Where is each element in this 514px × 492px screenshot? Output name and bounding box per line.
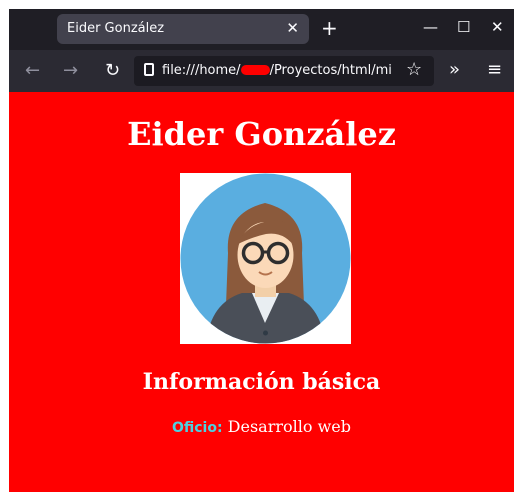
info-value: Desarrollo web (222, 417, 351, 436)
url-bar[interactable]: file:///home/ /Proyectos/html/mi ☆ (134, 56, 434, 86)
avatar (180, 173, 351, 344)
page-content: Eider González Información básica Oficio… (9, 92, 514, 492)
maximize-icon[interactable]: ☐ (457, 17, 470, 37)
star-icon[interactable]: ☆ (406, 59, 422, 81)
section-title: Información básica (142, 369, 381, 395)
info-label: Oficio: (171, 420, 223, 436)
tab-bar: Eider González ✕ + — ☐ ✕ (9, 9, 514, 50)
overflow-icon[interactable]: » (449, 59, 460, 81)
tab-title: Eider González (67, 21, 165, 36)
forward-icon[interactable]: → (63, 60, 78, 82)
page-icon (144, 63, 154, 76)
back-icon[interactable]: ← (25, 60, 40, 82)
reload-icon[interactable]: ↻ (105, 60, 120, 82)
redaction-mark (240, 65, 270, 75)
url-suffix: /Proyectos/html/mi (269, 63, 392, 78)
tab-active[interactable]: Eider González ✕ (57, 14, 309, 44)
browser-chrome: Eider González ✕ + — ☐ ✕ ← → ↻ file:///h… (9, 9, 514, 92)
url-text[interactable]: file:///home/ /Proyectos/html/mi (162, 63, 394, 78)
url-prefix: file:///home/ (162, 63, 241, 78)
menu-icon[interactable]: ≡ (487, 59, 502, 81)
close-window-icon[interactable]: ✕ (491, 17, 504, 37)
info-line: Oficio: Desarrollo web (9, 417, 514, 436)
page-title: Eider González (127, 115, 396, 153)
nav-bar: ← → ↻ file:///home//Proyectos/html/mi ☆ … (9, 50, 514, 92)
minimize-icon[interactable]: — (423, 17, 438, 37)
avatar-illustration (180, 173, 351, 344)
new-tab-icon[interactable]: + (321, 16, 338, 40)
close-icon[interactable]: ✕ (286, 19, 299, 37)
